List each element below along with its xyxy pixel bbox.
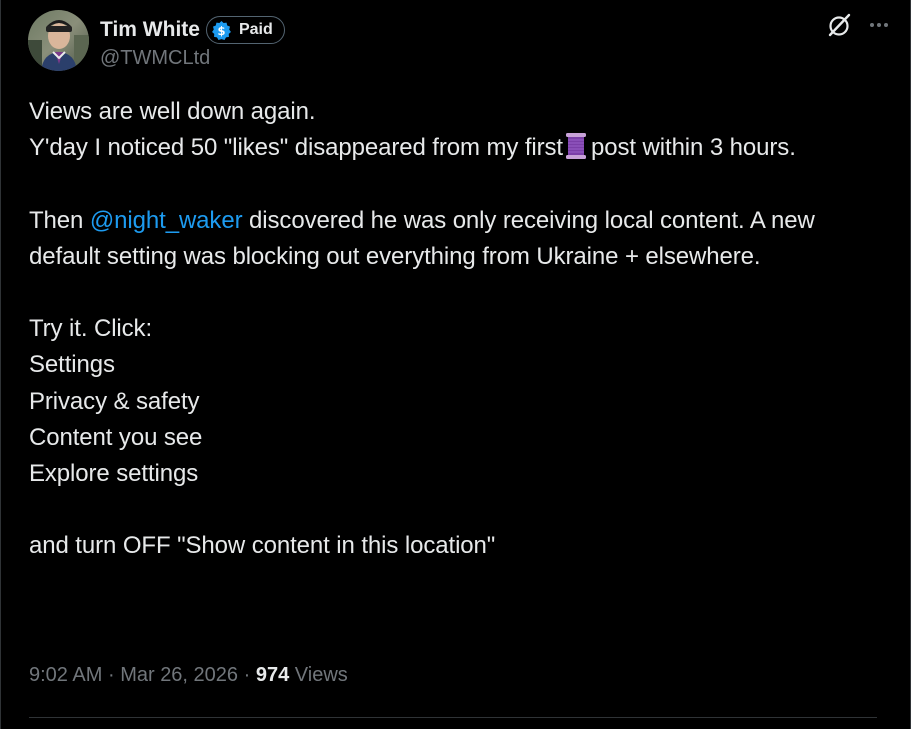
tweet-step: Content you see bbox=[29, 423, 203, 451]
author-avatar[interactable] bbox=[28, 10, 89, 71]
tweet-line: Then @night_waker discovered he was only… bbox=[29, 203, 869, 275]
svg-text:$: $ bbox=[217, 23, 225, 37]
paid-badge[interactable]: $ Paid bbox=[205, 16, 285, 44]
tweet-line: and turn OFF "Show content in this locat… bbox=[29, 532, 496, 560]
mention-link[interactable]: @night_waker bbox=[90, 207, 243, 234]
tweet-line: Try it. Click: bbox=[29, 315, 153, 343]
paid-badge-label: Paid bbox=[238, 21, 273, 38]
tweet-detail: Tim White $ Paid @TWMCLtd Views are well… bbox=[0, 0, 911, 729]
more-horizontal-icon[interactable] bbox=[868, 14, 890, 36]
grok-icon[interactable] bbox=[826, 12, 852, 38]
author-info: Tim White $ Paid @TWMCLtd bbox=[100, 15, 285, 70]
tweet-time: 9:02 AM bbox=[29, 664, 103, 686]
views-count: 974 bbox=[255, 664, 290, 686]
avatar-image bbox=[28, 10, 89, 71]
spool-of-thread-icon bbox=[566, 133, 586, 160]
tweet-step: Settings bbox=[29, 351, 115, 379]
meta-separator: · bbox=[243, 664, 251, 686]
tweet-text-segment: Y'day I noticed 50 "likes" disappeared f… bbox=[29, 134, 563, 162]
meta-separator: · bbox=[107, 664, 115, 686]
divider bbox=[29, 717, 877, 718]
tweet-step: Explore settings bbox=[29, 460, 199, 487]
tweet-meta: 9:02 AM · Mar 26, 2026 · 974 Views bbox=[29, 664, 348, 687]
author-handle[interactable]: @TWMCLtd bbox=[100, 47, 285, 70]
dollar-sign-icon: $ bbox=[212, 20, 231, 40]
tweet-text: Views are well down again. Y'day I notic… bbox=[29, 94, 869, 565]
author-name-row: Tim White $ Paid bbox=[100, 15, 285, 45]
tweet-text-segment: post within 3 hours. bbox=[591, 134, 796, 162]
tweet-date: Mar 26, 2026 bbox=[120, 664, 239, 686]
views-label: Views bbox=[294, 664, 348, 686]
tweet-header: Tim White $ Paid @TWMCLtd bbox=[28, 10, 890, 71]
tweet-step: Privacy & safety bbox=[29, 387, 200, 415]
tweet-top-actions bbox=[826, 12, 890, 38]
tweet-text-segment: Then bbox=[29, 206, 84, 234]
tweet-line: Views are well down again. bbox=[29, 98, 316, 125]
author-display-name[interactable]: Tim White bbox=[100, 18, 200, 42]
tweet-timestamp[interactable]: 9:02 AM · Mar 26, 2026 bbox=[29, 664, 238, 686]
tweet-line: Y'day I noticed 50 "likes" disappeared f… bbox=[29, 130, 869, 166]
